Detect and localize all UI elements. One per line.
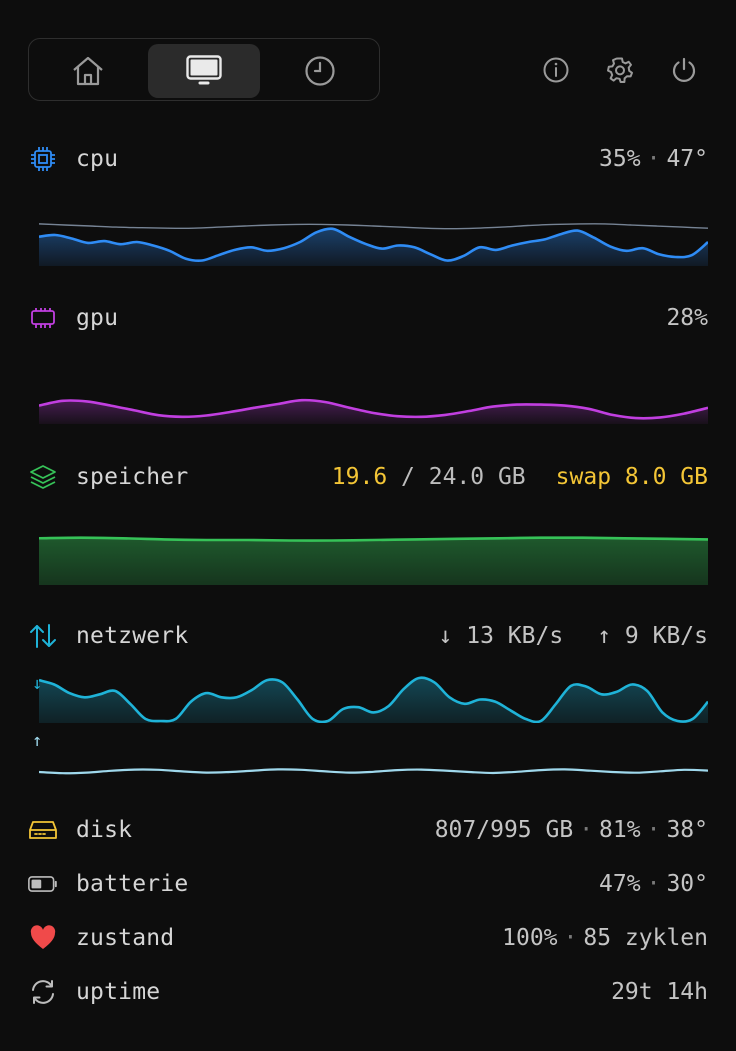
disk-temp: 38° bbox=[666, 817, 708, 843]
network-label: netzwerk bbox=[76, 623, 189, 649]
cpu-row: cpu 35% · 47° bbox=[28, 141, 708, 177]
cpu-usage-chart bbox=[39, 223, 708, 266]
battery-label: batterie bbox=[76, 871, 189, 897]
download-rate-area bbox=[39, 677, 708, 723]
disk-used: 807/995 GB bbox=[434, 817, 574, 843]
cpu-temp: 47° bbox=[666, 146, 708, 172]
battery-cycles: 85 zyklen bbox=[583, 925, 708, 951]
gpu-usage-chart bbox=[39, 398, 708, 424]
gpu-icon bbox=[28, 304, 58, 332]
gpu-row: gpu 28% bbox=[28, 300, 708, 336]
power-icon bbox=[670, 56, 698, 84]
upload-arrow: ↑ bbox=[597, 623, 612, 649]
battery-value: 47% · 30° bbox=[599, 871, 708, 897]
memory-usage-chart bbox=[39, 536, 708, 585]
info-icon bbox=[542, 56, 570, 84]
gpu-label: gpu bbox=[76, 305, 119, 331]
battery-row: batterie 47% · 30° bbox=[28, 866, 708, 902]
swap-label: swap bbox=[555, 464, 612, 490]
chip-icon bbox=[28, 145, 58, 173]
disk-label: disk bbox=[76, 817, 133, 843]
download-rate: 13 KB/s bbox=[466, 623, 564, 649]
drive-icon bbox=[28, 816, 58, 844]
upload-rate-line bbox=[39, 768, 708, 775]
memory-usage-area bbox=[39, 537, 708, 585]
info-button[interactable] bbox=[538, 52, 574, 88]
house-icon bbox=[71, 55, 105, 87]
swap-value: 8.0 GB bbox=[624, 464, 708, 490]
uptime-value: 29t 14h bbox=[611, 979, 708, 1005]
upload-rate-chart bbox=[39, 768, 708, 775]
health-value: 100% · 85 zyklen bbox=[502, 925, 708, 951]
uptime-label: uptime bbox=[76, 979, 161, 1005]
monitor-icon bbox=[186, 55, 222, 87]
separator-dot: · bbox=[646, 146, 661, 172]
tab-home[interactable] bbox=[32, 44, 144, 98]
memory-separator: / bbox=[387, 464, 429, 490]
gear-icon bbox=[606, 56, 634, 84]
download-rate-chart bbox=[39, 676, 708, 723]
disk-value: 807/995 GB · 81% · 38° bbox=[435, 817, 708, 843]
separator-dot: · bbox=[646, 817, 661, 843]
cpu-temp-line bbox=[39, 223, 708, 230]
memory-used: 19.6 bbox=[331, 464, 388, 490]
clock-icon bbox=[304, 55, 336, 87]
separator-dot: · bbox=[563, 925, 578, 951]
upload-rate: 9 KB/s bbox=[624, 623, 708, 649]
cpu-usage: 35% bbox=[599, 146, 641, 172]
uptime-row: uptime 29t 14h bbox=[28, 974, 708, 1010]
memory-label: speicher bbox=[76, 464, 189, 490]
power-button[interactable] bbox=[666, 52, 702, 88]
cpu-value: 35% · 47° bbox=[599, 146, 708, 172]
memory-value: 19.6 / 24.0 GB swap 8.0 GB bbox=[332, 464, 708, 490]
battery-percent: 47% bbox=[599, 871, 641, 897]
upload-chart-marker: ↑ bbox=[32, 731, 43, 751]
health-row: zustand 100% · 85 zyklen bbox=[28, 920, 708, 956]
tab-history[interactable] bbox=[264, 44, 376, 98]
arrows-up-down-icon bbox=[28, 622, 58, 650]
separator-dot: · bbox=[646, 871, 661, 897]
separator-dot: · bbox=[579, 817, 594, 843]
network-row: netzwerk ↓ 13 KB/s ↑ 9 KB/s bbox=[28, 618, 708, 654]
download-arrow: ↓ bbox=[438, 623, 453, 649]
disk-percent: 81% bbox=[599, 817, 641, 843]
settings-button[interactable] bbox=[602, 52, 638, 88]
disk-row: disk 807/995 GB · 81% · 38° bbox=[28, 812, 708, 848]
tab-monitor[interactable] bbox=[148, 44, 260, 98]
health-label: zustand bbox=[76, 925, 175, 951]
memory-total: 24.0 GB bbox=[428, 464, 526, 490]
heart-icon bbox=[28, 924, 58, 952]
memory-row: speicher 19.6 / 24.0 GB swap 8.0 GB bbox=[28, 459, 708, 495]
battery-icon bbox=[28, 870, 58, 898]
network-value: ↓ 13 KB/s ↑ 9 KB/s bbox=[439, 623, 708, 649]
layers-icon bbox=[28, 463, 58, 491]
gpu-usage: 28% bbox=[666, 305, 708, 331]
refresh-icon bbox=[28, 978, 58, 1006]
health-percent: 100% bbox=[502, 925, 558, 951]
cpu-label: cpu bbox=[76, 146, 119, 172]
battery-temp: 30° bbox=[666, 871, 708, 897]
